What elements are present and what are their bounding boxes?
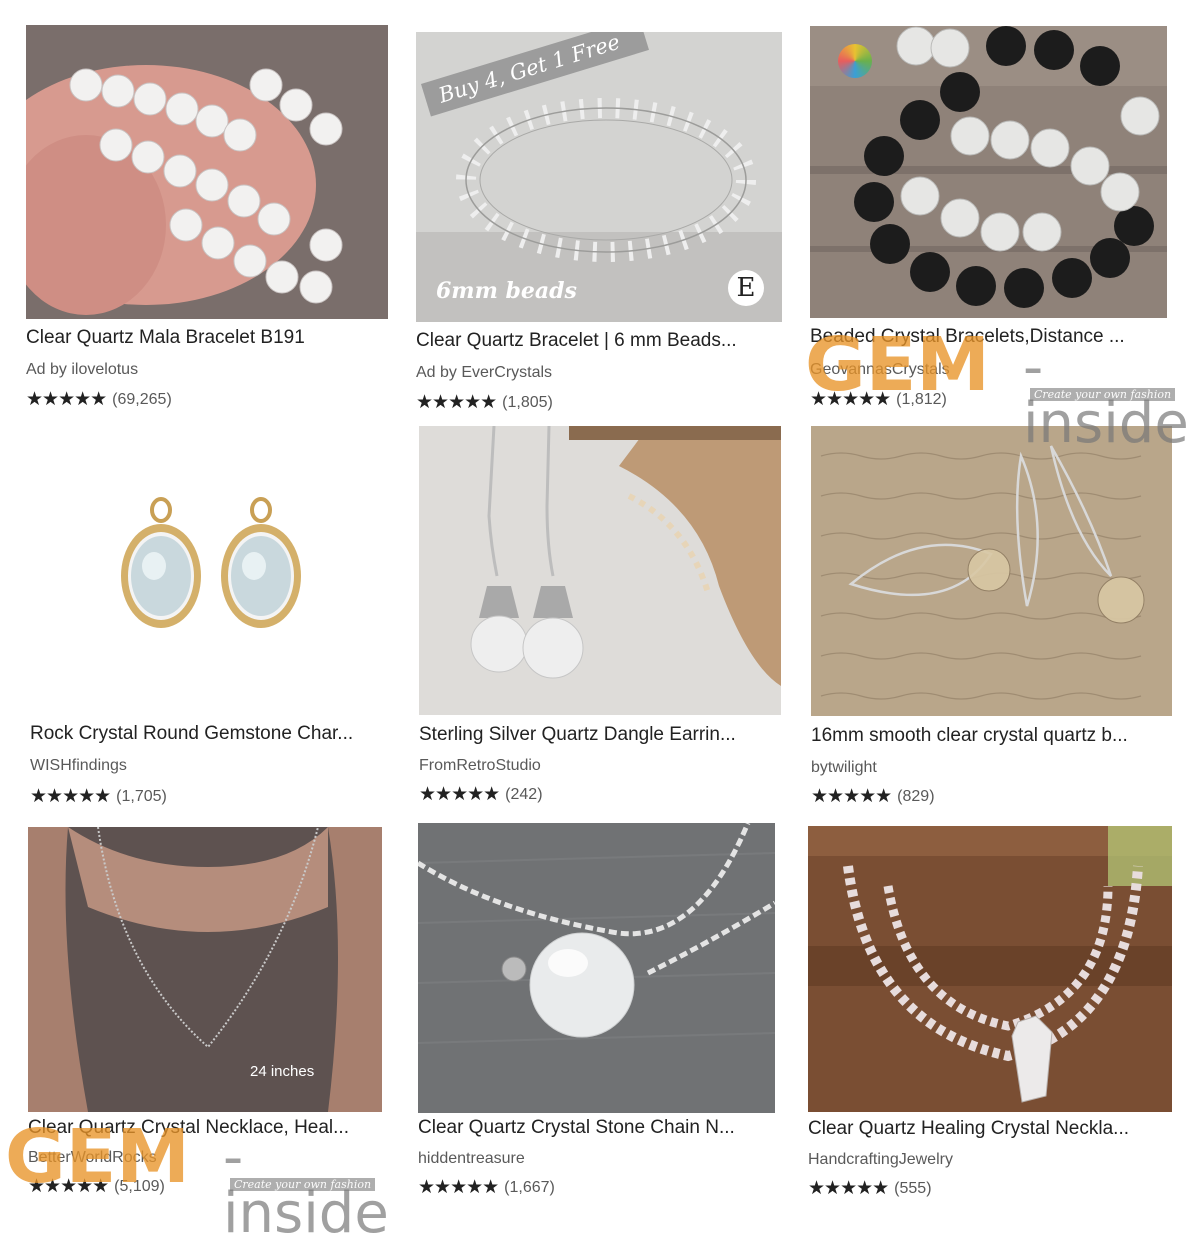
listing-image[interactable] <box>810 26 1167 318</box>
shop-name[interactable]: Ad by ilovelotus <box>26 361 138 379</box>
review-count: (1,705) <box>116 787 167 805</box>
listing-title[interactable]: Clear Quartz Bracelet | 6 mm Beads... <box>416 330 796 352</box>
shop-name[interactable]: Ad by EverCrystals <box>416 364 552 382</box>
listing-title[interactable]: Rock Crystal Round Gemstone Char... <box>30 723 410 745</box>
listing-card[interactable]: 24 inches Clear Quartz Crystal Necklace,… <box>28 827 390 1200</box>
review-count: (555) <box>894 1179 932 1197</box>
shop-name[interactable]: GeovannasCrystals <box>810 361 950 379</box>
shop-name[interactable]: BetterWorldRocks <box>28 1149 157 1167</box>
review-count: (1,805) <box>502 393 553 411</box>
listing-card[interactable]: Clear Quartz Crystal Stone Chain N... hi… <box>418 823 780 1200</box>
shop-logo-icon <box>838 44 872 78</box>
listing-title[interactable]: Clear Quartz Healing Crystal Neckla... <box>808 1118 1188 1140</box>
rating: ★★★★★ (69,265) <box>26 388 172 411</box>
listing-image[interactable] <box>419 426 781 715</box>
rating: ★★★★★ (555) <box>808 1177 932 1200</box>
listing-image[interactable]: Buy 4, Get 1 Free 6mm beads E <box>416 32 782 322</box>
listing-image[interactable]: 24 inches <box>28 827 382 1112</box>
listing-title[interactable]: Beaded Crystal Bracelets,Distance ... <box>810 326 1190 348</box>
listing-card[interactable]: Sterling Silver Quartz Dangle Earrin... … <box>419 426 785 816</box>
shop-name[interactable]: WISHfindings <box>30 757 127 775</box>
rating: ★★★★★ (5,109) <box>28 1175 165 1198</box>
listing-image[interactable] <box>30 426 385 716</box>
listing-card[interactable]: Clear Quartz Mala Bracelet B191 Ad by il… <box>26 25 388 415</box>
star-rating-icon: ★★★★★ <box>30 786 111 807</box>
review-count: (242) <box>505 785 543 803</box>
star-rating-icon: ★★★★★ <box>416 392 497 413</box>
listing-card[interactable]: Beaded Crystal Bracelets,Distance ... Ge… <box>810 26 1172 416</box>
listing-card[interactable]: 16mm smooth clear crystal quartz b... by… <box>811 426 1173 816</box>
shop-name[interactable]: FromRetroStudio <box>419 757 541 775</box>
rating: ★★★★★ (1,812) <box>810 388 947 411</box>
image-caption: 24 inches <box>250 1063 315 1080</box>
listing-card[interactable]: Buy 4, Get 1 Free 6mm beads E Clear Quar… <box>416 32 782 417</box>
star-rating-icon: ★★★★★ <box>810 389 891 410</box>
listing-image[interactable] <box>808 826 1172 1112</box>
brand-badge: E <box>728 270 764 306</box>
rating: ★★★★★ (242) <box>419 783 543 806</box>
shop-name[interactable]: bytwilight <box>811 759 877 777</box>
listing-image[interactable] <box>26 25 388 319</box>
shop-name[interactable]: hiddentreasure <box>418 1150 525 1168</box>
review-count: (829) <box>897 787 935 805</box>
star-rating-icon: ★★★★★ <box>811 786 892 807</box>
listing-card[interactable]: Rock Crystal Round Gemstone Char... WISH… <box>30 426 392 816</box>
listing-image[interactable] <box>418 823 775 1113</box>
star-rating-icon: ★★★★★ <box>808 1178 889 1199</box>
review-count: (1,667) <box>504 1178 555 1196</box>
star-rating-icon: ★★★★★ <box>28 1176 109 1197</box>
rating: ★★★★★ (829) <box>811 785 935 808</box>
star-rating-icon: ★★★★★ <box>26 389 107 410</box>
shop-name[interactable]: HandcraftingJewelry <box>808 1151 953 1169</box>
listing-image[interactable] <box>811 426 1172 716</box>
listing-title[interactable]: Clear Quartz Crystal Stone Chain N... <box>418 1117 798 1139</box>
review-count: (1,812) <box>896 390 947 408</box>
listing-title[interactable]: 16mm smooth clear crystal quartz b... <box>811 725 1191 747</box>
rating: ★★★★★ (1,805) <box>416 391 553 414</box>
review-count: (5,109) <box>114 1177 165 1195</box>
rating: ★★★★★ (1,705) <box>30 785 167 808</box>
rating: ★★★★★ (1,667) <box>418 1176 555 1199</box>
image-caption: 6mm beads <box>436 278 577 304</box>
listing-title[interactable]: Sterling Silver Quartz Dangle Earrin... <box>419 724 799 746</box>
listing-card[interactable]: Clear Quartz Healing Crystal Neckla... H… <box>808 826 1172 1200</box>
star-rating-icon: ★★★★★ <box>418 1177 499 1198</box>
listing-title[interactable]: Clear Quartz Mala Bracelet B191 <box>26 327 406 349</box>
listing-title[interactable]: Clear Quartz Crystal Necklace, Heal... <box>28 1117 408 1139</box>
review-count: (69,265) <box>112 390 172 408</box>
star-rating-icon: ★★★★★ <box>419 784 500 805</box>
